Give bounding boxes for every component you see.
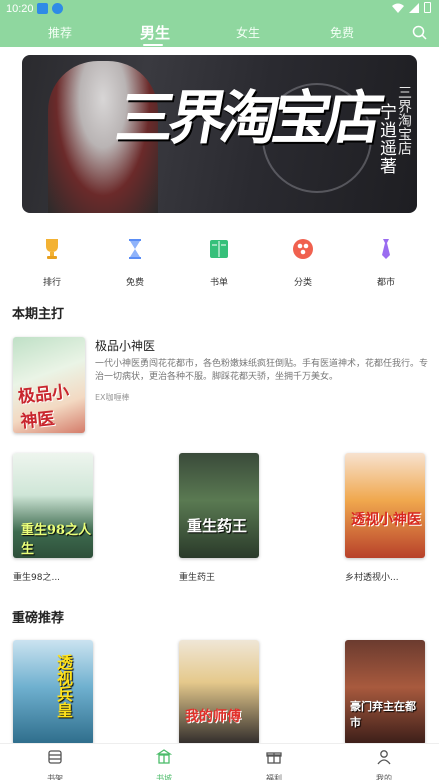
category-label: 都市: [376, 277, 395, 287]
category-label: 分类: [293, 277, 312, 287]
book-cover: 透视兵皇: [13, 640, 93, 745]
bottom-nav-bookshelf[interactable]: 书架: [35, 749, 75, 780]
status-bar: 10:20: [0, 0, 439, 18]
download-icon: [52, 3, 63, 14]
cover-title: 重生98之人生: [21, 523, 92, 557]
book-cover: 重生98之人生: [13, 453, 93, 558]
promo-banner[interactable]: 三界淘宝店 宁逍遥著 三界淘宝店: [22, 55, 417, 213]
wifi-icon: [392, 3, 404, 13]
section-heading-recommend: 重磅推荐: [12, 611, 65, 626]
book-item[interactable]: 豪门弃主在都市: [345, 640, 425, 745]
category-classify[interactable]: 分类: [273, 236, 333, 288]
featured-book-title[interactable]: 极品小神医: [95, 337, 155, 354]
gift-icon: [266, 752, 282, 764]
cover-title: 透视小神医: [351, 512, 421, 528]
active-tab-indicator: [143, 44, 163, 46]
bottom-nav-bookstore[interactable]: 书城: [144, 749, 184, 780]
book-cover: 重生药王: [179, 453, 259, 558]
category-icon: [293, 239, 313, 259]
cover-title: 重生药王: [187, 517, 248, 535]
category-free[interactable]: 免费: [105, 236, 165, 288]
tab-recommend[interactable]: 推荐: [48, 24, 72, 41]
tab-male[interactable]: 男生: [140, 22, 170, 43]
cover-title: 豪门弃主在都市: [350, 700, 416, 729]
trophy-icon: [46, 239, 58, 259]
book-name: 重生药王: [179, 573, 216, 583]
banner-art-title: 三界淘宝店: [111, 84, 384, 152]
book-item[interactable]: 透视兵皇: [13, 640, 93, 745]
bottom-nav-label: 我的: [376, 774, 392, 780]
book-item[interactable]: 透视小神医 乡村透视小...: [345, 453, 425, 583]
tab-female[interactable]: 女生: [236, 24, 260, 41]
section-heading-featured: 本期主打: [12, 307, 65, 322]
category-row: 排行 免费 书单 分类 都市: [0, 236, 439, 288]
bottom-nav-label: 书架: [47, 774, 63, 780]
book-name: 重生98之...: [13, 573, 61, 583]
cover-title: 透视兵皇: [54, 654, 73, 718]
status-time: 10:20: [6, 3, 34, 15]
book-cover: 豪门弃主在都市: [345, 640, 425, 745]
search-icon[interactable]: [412, 25, 427, 40]
category-booklist[interactable]: 书单: [189, 236, 249, 288]
top-nav: 推荐 男生 女生 免费: [0, 18, 439, 47]
bottom-nav-label: 福利: [266, 774, 282, 780]
book-item[interactable]: 重生98之人生 重生98之...: [13, 453, 93, 583]
signal-icon: [409, 2, 419, 13]
hourglass-icon: [129, 239, 141, 259]
featured-book-description: 一代小神医勇闯花花都市，各色粉嫩妹纸疯狂倒贴。手有医道神术，花都任我行。专治一切…: [95, 359, 429, 382]
book-item[interactable]: 我的师傅: [179, 640, 259, 745]
category-label: 排行: [42, 277, 61, 287]
category-label: 书单: [209, 277, 228, 287]
book-name: 乡村透视小...: [345, 573, 399, 583]
profile-icon: [377, 750, 391, 765]
cover-title: 我的师傅: [185, 709, 241, 725]
status-icons: [392, 2, 431, 13]
book-cover: 透视小神医: [345, 453, 425, 558]
bottom-nav-welfare[interactable]: 福利: [254, 749, 294, 780]
book-item[interactable]: 重生药王 重生药王: [179, 453, 259, 583]
notification-app-icon: [37, 3, 48, 14]
tab-free[interactable]: 免费: [330, 24, 354, 41]
app-screen: 10:20 推荐 男生 女生 免费 三界淘宝店 宁逍遥著 三界淘宝店 排行 免费…: [0, 0, 439, 780]
book-cover: 我的师傅: [179, 640, 259, 745]
category-urban[interactable]: 都市: [356, 236, 416, 288]
tie-icon: [382, 239, 390, 259]
cover-title: 极品小神医: [17, 382, 70, 433]
bottom-nav: 书架 书城 福利 我的: [0, 743, 439, 780]
bottom-nav-mine[interactable]: 我的: [364, 749, 404, 780]
featured-book-cover[interactable]: 极品小神医: [13, 337, 85, 433]
banner-book-title: 三界淘宝店: [396, 85, 412, 155]
bookshelf-icon: [48, 750, 62, 764]
book-icon: [210, 240, 228, 258]
featured-book-author: EX咖喱棒: [95, 393, 130, 402]
category-label: 免费: [125, 277, 144, 287]
header: 10:20 推荐 男生 女生 免费: [0, 0, 439, 47]
bookstore-icon: [155, 749, 173, 764]
category-ranking[interactable]: 排行: [22, 236, 82, 288]
bottom-nav-label: 书城: [156, 774, 172, 780]
battery-icon: [424, 2, 431, 13]
